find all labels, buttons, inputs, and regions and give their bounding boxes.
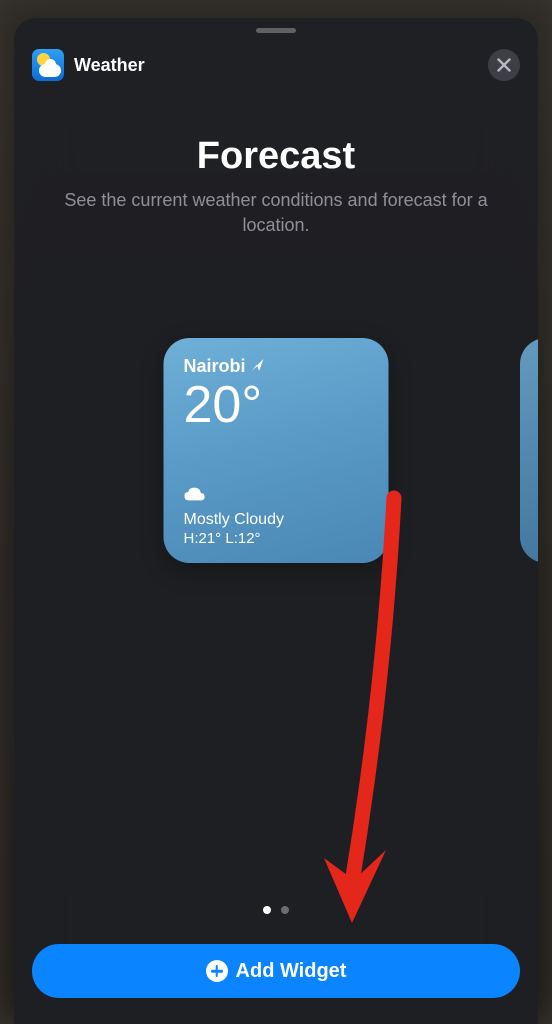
add-widget-label: Add Widget [236, 960, 347, 983]
cloud-icon [184, 486, 284, 507]
page-dot-1[interactable] [263, 906, 271, 914]
sheet-header: Weather [14, 33, 538, 87]
close-button[interactable] [488, 49, 520, 81]
widget-location-label: Nairobi [184, 356, 246, 377]
app-name-label: Weather [74, 55, 145, 76]
close-icon [497, 58, 511, 72]
header-app-info: Weather [32, 49, 145, 81]
widget-condition-label: Mostly Cloudy [184, 511, 284, 529]
widget-temperature: 20° [184, 379, 369, 431]
location-arrow-icon [251, 356, 265, 377]
widget-condition-block: Mostly Cloudy H:21° L:12° [184, 486, 284, 547]
page-indicator[interactable] [14, 906, 538, 914]
next-widget-peek[interactable] [520, 338, 538, 563]
add-widget-button[interactable]: Add Widget [32, 944, 520, 998]
widget-high-low-label: H:21° L:12° [184, 530, 284, 547]
widget-location-row: Nairobi [184, 356, 369, 377]
title-block: Forecast See the current weather conditi… [14, 87, 538, 238]
widget-picker-sheet: Weather Forecast See the current weather… [14, 18, 538, 1024]
weather-widget-preview[interactable]: Nairobi 20° Mostly Cloudy H:21° L:12° [164, 338, 389, 563]
page-subtitle: See the current weather conditions and f… [34, 188, 518, 238]
weather-app-icon [32, 49, 64, 81]
plus-circle-icon [206, 960, 228, 982]
page-title: Forecast [34, 135, 518, 178]
page-dot-2[interactable] [281, 906, 289, 914]
widget-preview-carousel[interactable]: Nairobi 20° Mostly Cloudy H:21° L:12° [14, 278, 538, 758]
